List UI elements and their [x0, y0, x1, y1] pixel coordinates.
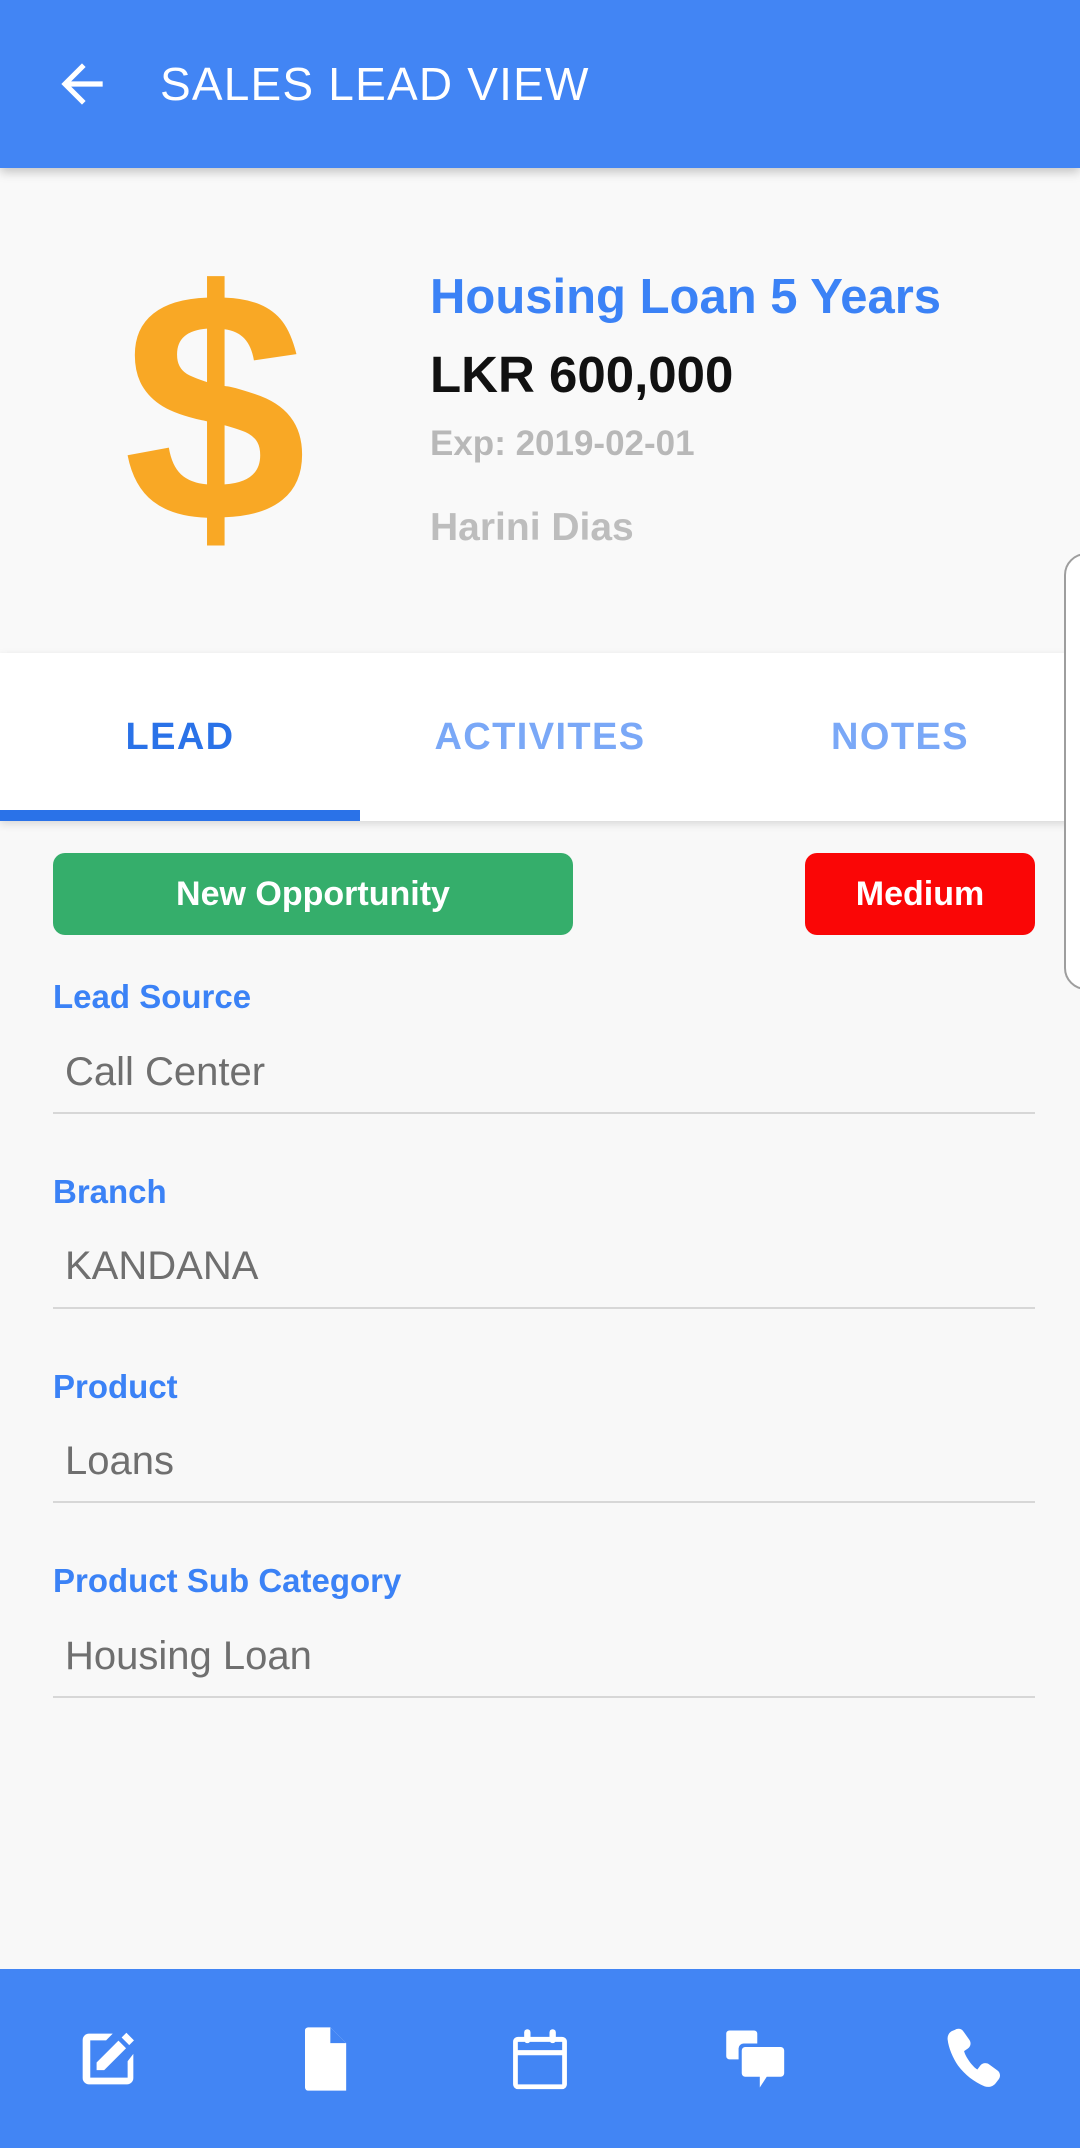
sales-lead-view-screen: SALES LEAD VIEW $ Housing Loan 5 Years L…	[0, 0, 1080, 2148]
tab-notes-label: NOTES	[831, 715, 969, 758]
bottom-navigation-bar	[0, 1969, 1080, 2148]
field-product-value: Loans	[65, 1439, 174, 1484]
tab-bar: LEAD ACTIVITES NOTES	[0, 653, 1080, 821]
lead-owner-name: Harini Dias	[430, 506, 634, 550]
field-lead-source-label: Lead Source	[53, 978, 252, 1015]
document-icon	[286, 2021, 362, 2097]
lead-status-label: New Opportunity	[176, 874, 450, 913]
edit-note-icon	[70, 2021, 146, 2097]
field-spacer	[53, 1325, 1035, 1367]
field-branch: Branch KANDANA	[53, 1172, 1035, 1309]
tab-lead-label: LEAD	[125, 715, 235, 758]
lead-header-card: $ Housing Loan 5 Years LKR 600,000 Exp: …	[0, 168, 1080, 653]
calendar-icon	[502, 2021, 578, 2097]
nav-item-calendar[interactable]	[432, 2021, 648, 2097]
nav-item-phone[interactable]	[864, 2021, 1080, 2097]
field-product-sub-category: Product Sub Category Housing Loan	[53, 1561, 1035, 1699]
side-overlay-panel[interactable]	[1064, 553, 1080, 990]
field-product-sub-category-value: Housing Loan	[65, 1633, 312, 1678]
dollar-sign-glyph: $	[123, 222, 307, 592]
tab-activites-label: ACTIVITES	[434, 715, 646, 758]
tab-lead[interactable]: LEAD	[0, 653, 360, 821]
dollar-sign-icon: $	[0, 168, 430, 653]
tab-active-indicator	[0, 810, 360, 821]
field-product-label: Product	[53, 1367, 178, 1405]
field-lead-source-input[interactable]: Call Center	[53, 1049, 1035, 1114]
nav-item-document[interactable]	[216, 2021, 432, 2097]
lead-status-button[interactable]: New Opportunity	[53, 853, 573, 935]
nav-item-chat[interactable]	[648, 2021, 864, 2097]
field-branch-value: KANDANA	[65, 1244, 259, 1289]
status-row: New Opportunity Medium	[0, 821, 1080, 935]
lead-header-info: Housing Loan 5 Years LKR 600,000 Exp: 20…	[430, 269, 1080, 550]
field-spacer	[53, 1519, 1035, 1561]
tab-notes[interactable]: NOTES	[720, 653, 1080, 821]
back-button[interactable]	[22, 24, 142, 144]
lead-expiry-date: Exp: 2019-02-01	[430, 423, 695, 463]
lead-priority-label: Medium	[855, 874, 985, 913]
field-lead-source: Lead Source Call Center	[53, 977, 1035, 1114]
tab-activites[interactable]: ACTIVITES	[360, 653, 720, 821]
nav-item-edit[interactable]	[0, 2021, 216, 2097]
field-product: Product Loans	[53, 1367, 1035, 1504]
field-product-sub-category-input[interactable]: Housing Loan	[53, 1633, 1035, 1699]
phone-icon	[934, 2021, 1010, 2097]
lead-tab-panel: New Opportunity Medium Lead Source Call …	[0, 821, 1080, 1969]
field-product-sub-category-label: Product Sub Category	[53, 1562, 402, 1600]
field-branch-input[interactable]: KANDANA	[53, 1243, 1035, 1309]
app-bar: SALES LEAD VIEW	[0, 0, 1080, 168]
field-spacer	[53, 1130, 1035, 1172]
page-title: SALES LEAD VIEW	[160, 58, 590, 110]
lead-priority-badge[interactable]: Medium	[805, 853, 1035, 935]
lead-amount: LKR 600,000	[430, 345, 734, 403]
lead-fields-list: Lead Source Call Center Branch KANDANA P…	[0, 977, 1080, 1699]
lead-title: Housing Loan 5 Years	[430, 269, 942, 324]
field-lead-source-value: Call Center	[65, 1049, 266, 1094]
arrow-left-icon	[51, 53, 113, 115]
field-product-input[interactable]: Loans	[53, 1438, 1035, 1504]
chat-bubbles-icon	[718, 2021, 794, 2097]
field-branch-label: Branch	[53, 1172, 167, 1210]
